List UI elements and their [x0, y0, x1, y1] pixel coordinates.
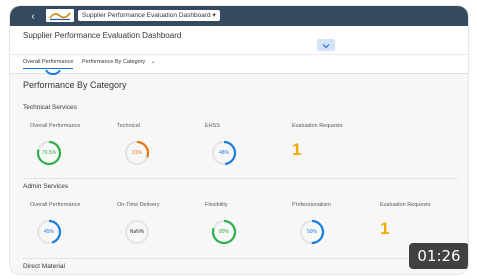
group-divider — [23, 258, 458, 259]
kpi-label-professionalism: Professionalism — [292, 202, 331, 208]
scrolled-ring-fragment — [44, 66, 62, 75]
shell-bar: ‹ Supplier Performance Evaluation Dashbo… — [10, 6, 468, 26]
tab-label: Performance By Category — [82, 59, 146, 65]
ring-value: 48% — [218, 150, 229, 156]
video-timestamp: 01:26 — [409, 243, 468, 269]
ring-value: 50% — [306, 229, 317, 235]
tab-overall-performance[interactable]: Overall Performance — [23, 59, 74, 69]
kpi-label-evaluation-requests: Evaluation Requests — [380, 202, 431, 208]
evaluation-requests-count[interactable]: 1 — [292, 140, 301, 160]
kpi-ring[interactable]: 80% — [210, 218, 238, 246]
app-title-label: Supplier Performance Evaluation Dashboar… — [82, 12, 211, 19]
kpi-ring[interactable]: 48% — [210, 139, 238, 167]
ring-value: 31% — [131, 150, 142, 156]
group-title-technical-services: Technical Services — [23, 104, 77, 111]
anchor-tab-bar: Overall Performance Performance By Categ… — [10, 54, 468, 74]
chevron-down-icon: ⌄ — [150, 59, 156, 65]
company-logo — [46, 9, 74, 22]
kpi-ring[interactable]: NaN% — [123, 218, 151, 246]
kpi-label-on-time-delivery: On-Time Delivery — [117, 202, 160, 208]
page-title: Supplier Performance Evaluation Dashboar… — [23, 31, 182, 40]
kpi-label-overall-performance: Overall Performance — [30, 123, 81, 129]
tab-performance-by-category[interactable]: Performance By Category ⌄ — [82, 59, 155, 65]
ring-value: 80% — [218, 229, 229, 235]
kpi-ring[interactable]: 45% — [35, 218, 63, 246]
kpi-label-overall-performance: Overall Performance — [30, 202, 81, 208]
back-icon: ‹ — [31, 11, 35, 22]
group-divider — [23, 178, 458, 179]
tab-label: Overall Performance — [23, 59, 74, 65]
kpi-label-technical: Technical — [117, 123, 140, 129]
back-button[interactable]: ‹ — [27, 11, 39, 22]
kpi-ring[interactable]: 79.5% — [35, 139, 63, 167]
collapse-header-button[interactable] — [317, 39, 335, 51]
evaluation-requests-count[interactable]: 1 — [380, 219, 389, 239]
ring-value: NaN% — [129, 229, 145, 235]
group-title-admin-services: Admin Services — [23, 183, 69, 190]
app-window: ‹ Supplier Performance Evaluation Dashbo… — [10, 6, 468, 274]
kpi-label-evaluation-requests: Evaluation Requests — [292, 123, 343, 129]
page-header: Supplier Performance Evaluation Dashboar… — [10, 26, 468, 54]
ring-value: 45% — [43, 229, 54, 235]
section-heading: Performance By Category — [23, 80, 127, 90]
group-title-direct-material: Direct Material — [23, 263, 65, 270]
kpi-label-flexibility: Flexibility — [205, 202, 228, 208]
kpi-ring[interactable]: 50% — [298, 218, 326, 246]
app-title-menu-button[interactable]: Supplier Performance Evaluation Dashboar… — [78, 10, 220, 21]
ring-value: 79.5% — [41, 150, 57, 156]
chevron-down-icon — [322, 44, 330, 49]
chevron-down-icon: ▾ — [212, 12, 216, 19]
kpi-ring[interactable]: 31% — [123, 139, 151, 167]
kpi-label-ehss: EHSS — [205, 123, 220, 129]
